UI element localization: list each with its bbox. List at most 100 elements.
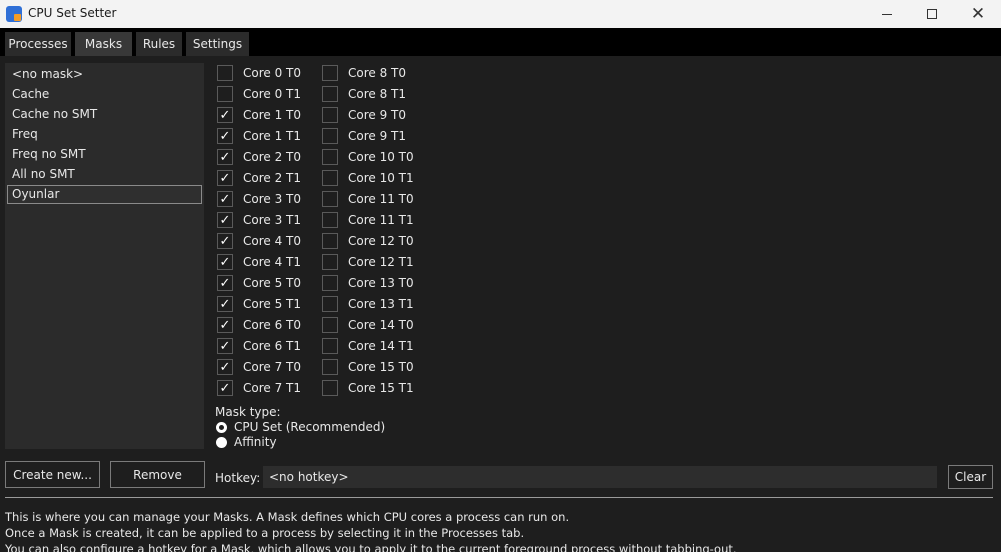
- tab-processes[interactable]: Processes: [5, 32, 71, 56]
- core-checkbox-row[interactable]: Core 11 T1: [322, 211, 414, 229]
- checkbox-checked-icon[interactable]: ✓: [217, 107, 233, 123]
- core-checkbox-row[interactable]: ✓ Core 6 T1: [217, 337, 301, 355]
- core-checkbox-row[interactable]: ✓ Core 3 T0: [217, 190, 301, 208]
- checkbox-unchecked-icon[interactable]: [322, 128, 338, 144]
- core-checkbox-row[interactable]: Core 13 T0: [322, 274, 414, 292]
- checkbox-unchecked-icon[interactable]: [322, 296, 338, 312]
- core-label: Core 3 T1: [243, 213, 302, 227]
- list-item[interactable]: All no SMT: [7, 165, 202, 184]
- core-checkbox-row[interactable]: Core 10 T0: [322, 148, 414, 166]
- checkbox-checked-icon[interactable]: ✓: [217, 170, 233, 186]
- radio-cpu-set[interactable]: CPU Set (Recommended): [216, 420, 385, 434]
- core-label: Core 4 T1: [243, 255, 302, 269]
- checkbox-unchecked-icon[interactable]: [322, 86, 338, 102]
- core-checkbox-row[interactable]: ✓ Core 1 T0: [217, 106, 301, 124]
- core-checkbox-row[interactable]: ✓ Core 7 T0: [217, 358, 301, 376]
- core-label: Core 3 T0: [243, 192, 302, 206]
- core-checkbox-row[interactable]: ✓ Core 3 T1: [217, 211, 301, 229]
- checkbox-checked-icon[interactable]: ✓: [217, 254, 233, 270]
- clear-button[interactable]: Clear: [948, 465, 993, 489]
- core-checkbox-row[interactable]: Core 12 T0: [322, 232, 414, 250]
- checkbox-unchecked-icon[interactable]: [217, 65, 233, 81]
- core-label: Core 5 T1: [243, 297, 302, 311]
- checkbox-checked-icon[interactable]: ✓: [217, 191, 233, 207]
- checkbox-checked-icon[interactable]: ✓: [217, 233, 233, 249]
- checkbox-checked-icon[interactable]: ✓: [217, 275, 233, 291]
- core-checkbox-row[interactable]: Core 14 T0: [322, 316, 414, 334]
- hotkey-input[interactable]: <no hotkey>: [263, 466, 937, 488]
- list-item[interactable]: Freq no SMT: [7, 145, 202, 164]
- radio-selected-icon: [216, 421, 227, 433]
- core-label: Core 10 T0: [348, 150, 414, 164]
- core-checkbox-row[interactable]: Core 8 T1: [322, 85, 406, 103]
- core-checkbox-row[interactable]: Core 0 T1: [217, 85, 301, 103]
- create-new-button[interactable]: Create new...: [5, 461, 100, 488]
- core-label: Core 4 T0: [243, 234, 302, 248]
- list-item[interactable]: <no mask>: [7, 65, 202, 84]
- core-checkbox-row[interactable]: Core 14 T1: [322, 337, 414, 355]
- maximize-button[interactable]: [909, 0, 955, 28]
- checkbox-checked-icon[interactable]: ✓: [217, 359, 233, 375]
- core-checkbox-row[interactable]: Core 11 T0: [322, 190, 414, 208]
- checkbox-unchecked-icon[interactable]: [322, 149, 338, 165]
- checkbox-unchecked-icon[interactable]: [322, 233, 338, 249]
- core-checkbox-row[interactable]: ✓ Core 4 T1: [217, 253, 301, 271]
- radio-affinity[interactable]: Affinity: [216, 435, 277, 449]
- core-checkbox-row[interactable]: Core 8 T0: [322, 64, 406, 82]
- checkbox-checked-icon[interactable]: ✓: [217, 149, 233, 165]
- checkbox-checked-icon[interactable]: ✓: [217, 128, 233, 144]
- close-button[interactable]: ✕: [955, 0, 1001, 28]
- core-checkbox-row[interactable]: ✓ Core 2 T0: [217, 148, 301, 166]
- checkbox-unchecked-icon[interactable]: [322, 380, 338, 396]
- core-checkbox-row[interactable]: ✓ Core 2 T1: [217, 169, 301, 187]
- checkbox-unchecked-icon[interactable]: [322, 65, 338, 81]
- checkbox-unchecked-icon[interactable]: [322, 107, 338, 123]
- core-checkbox-row[interactable]: ✓ Core 6 T0: [217, 316, 301, 334]
- core-checkbox-row[interactable]: Core 15 T1: [322, 379, 414, 397]
- checkbox-checked-icon[interactable]: ✓: [217, 317, 233, 333]
- core-checkbox-row[interactable]: ✓ Core 4 T0: [217, 232, 301, 250]
- help-text-line: You can also configure a hotkey for a Ma…: [5, 542, 737, 552]
- mask-list[interactable]: <no mask> Cache Cache no SMT Freq Freq n…: [5, 63, 204, 449]
- checkbox-unchecked-icon[interactable]: [322, 254, 338, 270]
- core-label: Core 11 T1: [348, 213, 414, 227]
- minimize-button[interactable]: [864, 0, 910, 28]
- list-item[interactable]: Freq: [7, 125, 202, 144]
- core-checkbox-row[interactable]: ✓ Core 7 T1: [217, 379, 301, 397]
- checkbox-checked-icon[interactable]: ✓: [217, 212, 233, 228]
- checkbox-unchecked-icon[interactable]: [322, 275, 338, 291]
- core-label: Core 1 T0: [243, 108, 302, 122]
- checkbox-checked-icon[interactable]: ✓: [217, 338, 233, 354]
- title-bar: CPU Set Setter ✕: [0, 0, 1001, 28]
- core-checkbox-row[interactable]: Core 9 T1: [322, 127, 406, 145]
- core-checkbox-row[interactable]: Core 10 T1: [322, 169, 414, 187]
- remove-button[interactable]: Remove: [110, 461, 205, 488]
- core-checkbox-row[interactable]: ✓ Core 5 T0: [217, 274, 301, 292]
- mask-type-label: Mask type:: [215, 405, 281, 419]
- checkbox-checked-icon[interactable]: ✓: [217, 380, 233, 396]
- checkbox-unchecked-icon[interactable]: [322, 170, 338, 186]
- core-checkbox-row[interactable]: Core 13 T1: [322, 295, 414, 313]
- minimize-icon: [882, 13, 892, 15]
- checkbox-unchecked-icon[interactable]: [217, 86, 233, 102]
- core-checkbox-row[interactable]: Core 15 T0: [322, 358, 414, 376]
- core-checkbox-row[interactable]: Core 0 T0: [217, 64, 301, 82]
- core-checkbox-row[interactable]: Core 9 T0: [322, 106, 406, 124]
- checkbox-unchecked-icon[interactable]: [322, 212, 338, 228]
- checkbox-unchecked-icon[interactable]: [322, 359, 338, 375]
- tab-masks[interactable]: Masks: [75, 32, 132, 56]
- core-label: Core 14 T1: [348, 339, 414, 353]
- core-checkbox-row[interactable]: ✓ Core 5 T1: [217, 295, 301, 313]
- core-checkbox-row[interactable]: ✓ Core 1 T1: [217, 127, 301, 145]
- list-item-selected[interactable]: Oyunlar: [7, 185, 202, 204]
- core-label: Core 9 T1: [348, 129, 407, 143]
- checkbox-checked-icon[interactable]: ✓: [217, 296, 233, 312]
- tab-rules[interactable]: Rules: [136, 32, 182, 56]
- checkbox-unchecked-icon[interactable]: [322, 317, 338, 333]
- checkbox-unchecked-icon[interactable]: [322, 191, 338, 207]
- list-item[interactable]: Cache no SMT: [7, 105, 202, 124]
- list-item[interactable]: Cache: [7, 85, 202, 104]
- tab-settings[interactable]: Settings: [186, 32, 249, 56]
- checkbox-unchecked-icon[interactable]: [322, 338, 338, 354]
- core-checkbox-row[interactable]: Core 12 T1: [322, 253, 414, 271]
